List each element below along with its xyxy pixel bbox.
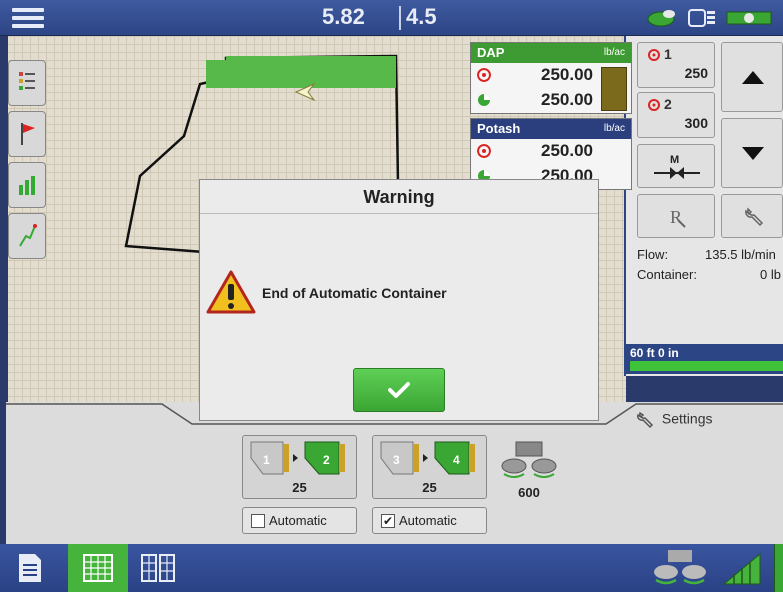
target-icon (648, 49, 660, 61)
status-icons[interactable] (647, 6, 777, 30)
chart-tab-icon[interactable] (8, 162, 46, 208)
wrench-button[interactable] (721, 194, 783, 238)
menu-icon[interactable] (6, 5, 50, 31)
guidance-tab-icon[interactable] (8, 213, 46, 259)
automatic-toggle-2[interactable]: ✔ Automatic (372, 507, 487, 534)
rate-up-button[interactable] (721, 42, 783, 112)
arrow-up-icon (742, 71, 764, 84)
arrow-down-icon (742, 147, 764, 160)
spreader-count: 600 (518, 485, 540, 500)
width-fill (630, 361, 783, 371)
applied-icon (478, 94, 490, 106)
product-header: Potash lb/ac (471, 119, 631, 139)
container-switch-icon: 3 4 (380, 441, 475, 475)
spreader-icon[interactable]: 600 (500, 440, 558, 500)
satellite-icon (726, 11, 772, 25)
list-tab-icon[interactable] (8, 60, 46, 106)
container-group-3-4[interactable]: 3 4 25 (372, 435, 487, 499)
gps-icon (647, 10, 675, 27)
ok-button[interactable] (353, 368, 445, 412)
footer-bar (0, 544, 783, 592)
flag-tab-icon[interactable] (8, 111, 46, 157)
rate-down-button[interactable] (721, 118, 783, 188)
target-icon (648, 99, 660, 111)
rate-readout: 4.5 (406, 4, 437, 29)
document-icon[interactable] (0, 544, 60, 592)
product-card-dap[interactable]: DAP lb/ac 250.00 250.00 (470, 42, 632, 114)
coverage-area (206, 60, 396, 88)
implement-width: 60 ft 0 in (630, 346, 679, 360)
manual-valve-icon: M (654, 154, 700, 179)
checkmark-icon (388, 382, 410, 398)
svg-text:2: 2 (323, 453, 330, 467)
warning-dialog: Warning End of Automatic Container (199, 179, 599, 421)
svg-text:R: R (670, 207, 682, 227)
svg-text:3: 3 (393, 453, 400, 467)
rate-2-button[interactable]: 2 300 (637, 92, 715, 138)
target-icon (477, 68, 491, 82)
display-icon (688, 9, 715, 27)
side-tabs (8, 60, 48, 264)
top-bar: 5.82 4.5 (0, 0, 783, 36)
target-rate-row: 250.00 (471, 139, 631, 164)
rate-1-button[interactable]: 1 250 (637, 42, 715, 88)
dialog-message: End of Automatic Container (262, 285, 447, 301)
prescription-icon: R (670, 207, 686, 228)
container-count: 25 (292, 480, 307, 495)
dialog-title: Warning (200, 180, 598, 214)
settings-label: Settings (661, 410, 713, 427)
wrench-icon (745, 207, 764, 227)
container-switch-icon: 1 2 (250, 441, 345, 475)
coverage-status-icon[interactable] (712, 544, 772, 592)
manual-rate-button[interactable]: M (637, 144, 715, 188)
implement-width-bar: 60 ft 0 in (626, 344, 783, 374)
product-level-bar (601, 67, 627, 111)
spreader-status-icon[interactable] (650, 544, 710, 592)
svg-text:M: M (670, 154, 679, 166)
target-icon (477, 144, 491, 158)
warning-icon (206, 270, 256, 314)
grid-view-icon[interactable] (68, 544, 128, 592)
checkbox-checked-icon[interactable]: ✔ (381, 514, 395, 528)
flow-value: 135.5 lb/min (705, 247, 776, 262)
speed-readout: 5.82 (322, 4, 365, 29)
settings-button[interactable]: Settings (636, 410, 712, 430)
svg-text:4: 4 (453, 453, 460, 467)
prescription-button[interactable]: R (637, 194, 715, 238)
svg-text:1: 1 (263, 453, 270, 467)
divider (399, 6, 401, 30)
container-count: 25 (422, 480, 437, 495)
container-group-1-2[interactable]: 1 2 25 (242, 435, 357, 499)
wrench-icon (637, 411, 654, 429)
product-header: DAP lb/ac (471, 43, 631, 63)
split-view-icon[interactable] (128, 544, 188, 592)
flow-label: Flow: (637, 247, 669, 262)
container-label: Container: (637, 267, 697, 282)
side-handle[interactable] (774, 544, 783, 592)
checkbox-unchecked[interactable] (251, 514, 265, 528)
automatic-toggle-1[interactable]: Automatic (242, 507, 357, 534)
container-value: 0 lb (760, 267, 781, 282)
